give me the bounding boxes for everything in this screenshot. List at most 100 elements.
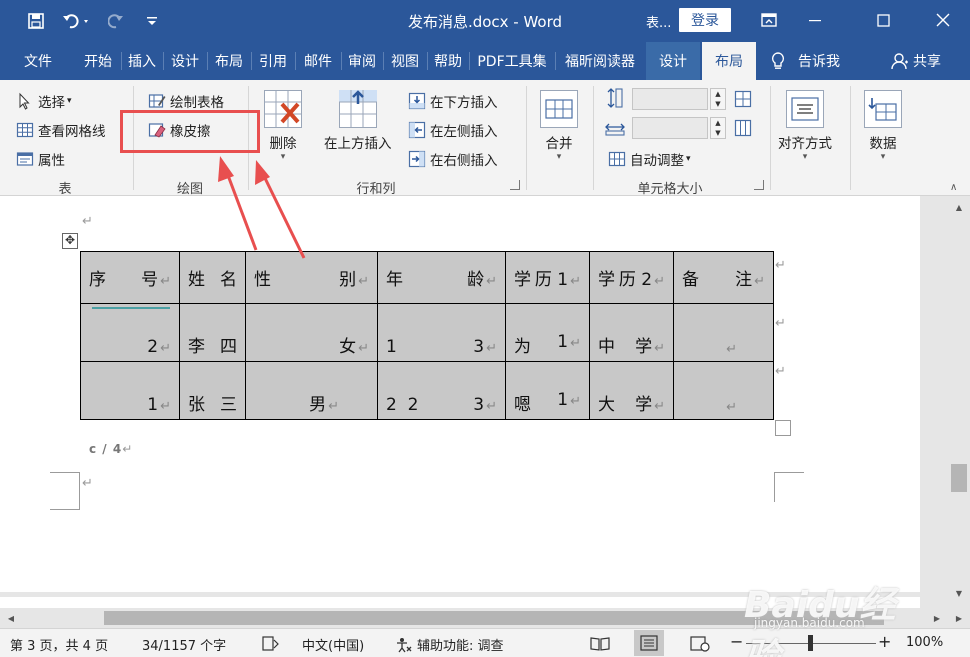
maximize-icon[interactable] (860, 5, 906, 35)
tab-references[interactable]: 引用 (252, 42, 294, 80)
properties-button[interactable]: 属性 (16, 149, 65, 169)
delete-button[interactable]: 删除 ▾ (264, 90, 302, 162)
close-icon[interactable] (920, 5, 966, 35)
table-cell[interactable]: 女 ↵ (245, 303, 378, 362)
page-corner-mark (50, 480, 80, 510)
document-page[interactable]: ↵ ✥ 序号 ↵ 姓名 性别 ↵ 年龄 ↵ 学历 1 ↵ 学历 2 ↵ 备注 ↵ 2 ↵ 李四… (0, 196, 920, 592)
alignment-button[interactable]: 对齐方式 ▾ (778, 90, 832, 162)
read-mode-icon[interactable] (590, 636, 610, 652)
login-button[interactable]: 登录 (679, 8, 731, 32)
table-cell[interactable]: 中学 ↵ (589, 303, 674, 362)
table-resize-handle[interactable] (775, 420, 791, 436)
accessibility-icon (397, 637, 412, 652)
rows-cols-launcher-icon[interactable] (510, 180, 520, 190)
tab-table-design[interactable]: 设计 (646, 42, 700, 80)
zoom-out-button[interactable]: − (730, 632, 743, 651)
table-cell[interactable]: 1 ↵ (80, 361, 180, 420)
web-layout-icon[interactable] (690, 636, 710, 652)
tab-pdf-tools[interactable]: PDF工具集 (470, 42, 554, 80)
tab-design[interactable]: 设计 (164, 42, 206, 80)
table-cell[interactable]: 性别 ↵ (245, 251, 378, 304)
autofit-button[interactable]: 自动调整 ▾ (608, 149, 691, 169)
scroll-left-icon[interactable]: ◀ (4, 611, 18, 625)
draw-table-button[interactable]: 绘制表格 (148, 91, 224, 111)
text-cursor-underline (92, 307, 170, 309)
scroll-up-icon[interactable]: ▲ (952, 200, 966, 214)
tab-review[interactable]: 审阅 (342, 42, 382, 80)
tab-foxit-reader[interactable]: 福昕阅读器 (556, 42, 644, 80)
tab-insert[interactable]: 插入 (122, 42, 162, 80)
data-button[interactable]: 数据 ▾ (864, 90, 902, 162)
table-tools-label: 表... (646, 16, 672, 31)
merge-button[interactable]: 合并 ▾ (540, 90, 578, 162)
tab-home[interactable]: 开始 (76, 42, 120, 80)
tab-help[interactable]: 帮助 (428, 42, 468, 80)
table-cell[interactable]: 1 3 ↵ (377, 303, 506, 362)
table-cell[interactable]: 2 2 3 ↵ (377, 361, 506, 420)
share-button[interactable]: 共享 (884, 42, 948, 80)
scroll-down-icon[interactable]: ▼ (952, 586, 966, 600)
table-cell[interactable]: ↵ (673, 303, 774, 362)
document-table[interactable]: 序号 ↵ 姓名 性别 ↵ 年龄 ↵ 学历 1 ↵ 学历 2 ↵ 备注 ↵ 2 ↵ 李四 女 ↵ … (80, 251, 774, 420)
proofing-icon[interactable] (262, 636, 280, 652)
paragraph-mark: ↵ (82, 214, 93, 229)
table-cell[interactable]: 年龄 ↵ (377, 251, 506, 304)
vertical-scrollbar[interactable]: ▲ ▼ (948, 196, 970, 608)
tab-tell-me[interactable]: 告诉我 (762, 42, 862, 80)
page-number-field: c / 4↵ (89, 442, 134, 456)
table-cell[interactable]: 嗯 1 ↵ (505, 361, 590, 420)
insert-above-button[interactable]: 在上方插入 (324, 90, 392, 152)
accessibility-status[interactable]: 辅助功能: 调查 (395, 635, 504, 654)
distribute-rows-icon (734, 90, 752, 108)
title-bar: 发布消息.docx - Word 表... 登录 (0, 0, 970, 42)
ribbon-tab-bar: 文件 开始 插入 设计 布局 引用 邮件 审阅 视图 帮助 PDF工具集 福昕阅… (0, 42, 970, 80)
vertical-scroll-thumb[interactable] (951, 464, 967, 492)
tab-mailings[interactable]: 邮件 (296, 42, 340, 80)
scroll-right-icon[interactable]: ▶ (952, 611, 966, 625)
column-width-input[interactable] (632, 117, 708, 139)
table-cell[interactable]: 为 1 ↵ (505, 303, 590, 362)
table-cell[interactable]: 男 ↵ (245, 361, 378, 420)
tab-view[interactable]: 视图 (384, 42, 426, 80)
table-cell[interactable]: 姓名 (179, 251, 246, 304)
tab-table-layout[interactable]: 布局 (702, 42, 756, 80)
table-cell[interactable]: 张三 (179, 361, 246, 420)
redo-icon[interactable] (104, 9, 128, 33)
view-gridlines-button[interactable]: 查看网格线 (16, 120, 106, 140)
rows-cols-group-label: 行和列 (356, 182, 396, 197)
table-cell[interactable]: 序号 ↵ (80, 251, 180, 304)
table-cell[interactable]: 备注 ↵ (673, 251, 774, 304)
table-row: 1 ↵ 张三 男 ↵ 2 2 3 ↵ 嗯 1 ↵ 大学 ↵ ↵ (80, 361, 774, 420)
table-cell[interactable]: 李四 (179, 303, 246, 362)
scroll-right-icon[interactable]: ▶ (930, 611, 944, 625)
tab-file[interactable]: 文件 (8, 42, 68, 80)
ribbon-display-options-icon[interactable] (746, 5, 792, 35)
select-button[interactable]: 选择 ▾ (16, 91, 72, 111)
page-count-status[interactable]: 第 3 页，共 4 页 (10, 635, 108, 654)
collapse-ribbon-icon[interactable]: ∧ (950, 182, 957, 193)
column-width-spinner[interactable]: ▲ ▼ (710, 117, 726, 139)
table-cell[interactable]: 学历 1 ↵ (505, 251, 590, 304)
minimize-icon[interactable] (792, 5, 838, 35)
save-icon[interactable] (24, 9, 48, 33)
row-height-spinner[interactable]: ▲ ▼ (710, 88, 726, 110)
document-area[interactable]: ↵ ✥ 序号 ↵ 姓名 性别 ↵ 年龄 ↵ 学历 1 ↵ 学历 2 ↵ 备注 ↵ 2 ↵ 李四… (0, 196, 948, 608)
language-status[interactable]: 中文(中国) (302, 635, 364, 654)
insert-right-button[interactable]: 在右侧插入 (408, 149, 498, 169)
insert-below-button[interactable]: 在下方插入 (408, 91, 498, 111)
row-height-input[interactable] (632, 88, 708, 110)
insert-left-button[interactable]: 在左侧插入 (408, 120, 498, 140)
tab-layout[interactable]: 布局 (208, 42, 250, 80)
table-cell[interactable]: 大学 ↵ (589, 361, 674, 420)
table-row: 2 ↵ 李四 女 ↵ 1 3 ↵ 为 1 ↵ 中学 ↵ ↵ (80, 303, 774, 362)
table-cell[interactable]: 学历 2 ↵ (589, 251, 674, 304)
undo-icon[interactable] (60, 9, 94, 33)
column-width-icon (605, 123, 625, 136)
table-move-handle-icon[interactable]: ✥ (62, 233, 78, 249)
table-cell[interactable]: 2 ↵ (80, 303, 180, 362)
print-layout-button[interactable] (634, 630, 664, 656)
cell-size-launcher-icon[interactable] (754, 180, 764, 190)
word-count-status[interactable]: 34/1157 个字 (142, 635, 226, 654)
table-cell[interactable]: ↵ (673, 361, 774, 420)
customize-quick-access-icon[interactable] (140, 9, 164, 33)
